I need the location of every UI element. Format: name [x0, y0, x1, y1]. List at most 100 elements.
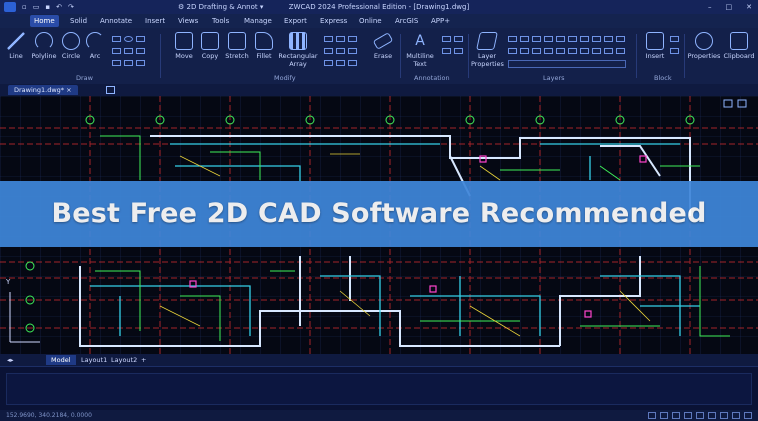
layer-unlock-icon[interactable] [532, 48, 541, 54]
polygon-icon[interactable] [112, 60, 121, 66]
layer-off-icon[interactable] [544, 36, 553, 42]
trim-icon[interactable] [348, 36, 357, 42]
boundary-icon[interactable] [136, 60, 145, 66]
layer-audit-icon[interactable] [616, 48, 625, 54]
scale-icon[interactable] [324, 48, 333, 54]
circle-icon [62, 32, 80, 50]
insert-icon [646, 32, 664, 50]
layer-delete-icon[interactable] [616, 36, 625, 42]
insert-block-button[interactable]: Insert [644, 32, 666, 60]
tab-home[interactable]: Home [30, 15, 59, 27]
layer-filter-icon[interactable] [604, 48, 613, 54]
polyline-button[interactable]: Polyline [30, 32, 58, 60]
layer-freeze-icon[interactable] [532, 36, 541, 42]
maximize-button[interactable]: □ [726, 0, 733, 14]
layer-dropdown[interactable] [508, 60, 626, 68]
multiline-label: Multiline [406, 52, 434, 60]
create-block-icon[interactable] [670, 36, 679, 42]
clipboard-button[interactable]: Clipboard [723, 32, 755, 60]
table-icon[interactable] [442, 48, 451, 54]
erase-button[interactable]: Erase [370, 32, 396, 60]
ortho-icon[interactable] [672, 412, 680, 419]
layer-walk-icon[interactable] [592, 36, 601, 42]
tab-app-plus[interactable]: APP+ [427, 15, 454, 27]
circle-button[interactable]: Circle [60, 32, 82, 60]
layer-translate-icon[interactable] [592, 48, 601, 54]
rotate-icon[interactable] [324, 36, 333, 42]
explode-icon[interactable] [324, 60, 333, 66]
layer-match-icon[interactable] [568, 36, 577, 42]
rectangle-icon[interactable] [112, 36, 121, 42]
fillet-button[interactable]: Fillet [253, 32, 275, 60]
tab-annotate[interactable]: Annotate [96, 15, 136, 27]
hatch-icon[interactable] [136, 36, 145, 42]
layer-merge-icon[interactable] [604, 36, 613, 42]
otrack-icon[interactable] [708, 412, 716, 419]
layer-current-icon[interactable] [544, 48, 553, 54]
join-icon[interactable] [348, 60, 357, 66]
offset-icon[interactable] [336, 48, 345, 54]
edit-block-icon[interactable] [670, 48, 679, 54]
array-label: Array [289, 60, 307, 68]
mirror-icon[interactable] [336, 36, 345, 42]
add-layout-button[interactable]: + [136, 355, 151, 365]
tab-tools[interactable]: Tools [208, 15, 233, 27]
tab-solid[interactable]: Solid [66, 15, 91, 27]
line-icon [7, 32, 25, 50]
tab-nav-arrows-icon[interactable]: ◂▸ [2, 355, 19, 365]
polar-icon[interactable] [684, 412, 692, 419]
tab-online[interactable]: Online [355, 15, 386, 27]
line-button[interactable]: Line [5, 32, 27, 60]
layer-change-icon[interactable] [568, 48, 577, 54]
command-input[interactable] [6, 373, 752, 405]
layer-lock-icon[interactable] [556, 36, 565, 42]
status-toggles [648, 412, 752, 419]
layer-state-icon[interactable] [508, 36, 517, 42]
close-icon[interactable]: × [66, 86, 71, 94]
fullscreen-icon[interactable] [744, 412, 752, 419]
tab-export[interactable]: Export [280, 15, 311, 27]
revcloud-icon[interactable] [124, 60, 133, 66]
leader-icon[interactable] [454, 36, 463, 42]
close-button[interactable]: ✕ [746, 0, 752, 14]
ellipse-icon[interactable] [124, 36, 133, 42]
multiline-text-button[interactable]: A Multiline Text [403, 32, 437, 68]
document-tab[interactable]: Drawing1.dwg* × [8, 85, 78, 95]
properties-button[interactable]: Properties [686, 32, 722, 60]
layer-unisolate-icon[interactable] [580, 48, 589, 54]
extend-icon[interactable] [348, 48, 357, 54]
move-button[interactable]: Move [172, 32, 196, 60]
workspace-switch-icon[interactable] [732, 412, 740, 419]
arc-button[interactable]: Arc [85, 32, 105, 60]
spline-icon[interactable] [124, 48, 133, 54]
break-icon[interactable] [336, 60, 345, 66]
tab-express[interactable]: Express [316, 15, 351, 27]
grid-icon[interactable] [660, 412, 668, 419]
layer-prev-icon[interactable] [580, 36, 589, 42]
mark-icon[interactable] [454, 48, 463, 54]
minimize-button[interactable]: – [708, 0, 712, 14]
layer-isolate-icon[interactable] [520, 36, 529, 42]
tab-arcgis[interactable]: ArcGIS [391, 15, 422, 27]
array-icon [289, 32, 307, 50]
stretch-button[interactable]: Stretch [223, 32, 251, 60]
tab-model[interactable]: Model [46, 355, 76, 365]
tab-manage[interactable]: Manage [240, 15, 276, 27]
snap-icon[interactable] [648, 412, 656, 419]
tab-insert[interactable]: Insert [141, 15, 169, 27]
point-icon[interactable] [112, 48, 121, 54]
osnap-icon[interactable] [696, 412, 704, 419]
new-drawing-icon[interactable] [106, 86, 115, 94]
layer-properties-button[interactable]: Layer Properties [471, 32, 504, 68]
tab-views[interactable]: Views [174, 15, 202, 27]
rectangular-array-button[interactable]: Rectangular Array [277, 32, 319, 68]
layer-on-icon[interactable] [508, 48, 517, 54]
region-icon[interactable] [136, 48, 145, 54]
arc-label: Arc [89, 52, 101, 60]
lineweight-icon[interactable] [720, 412, 728, 419]
layer-label: Layer [477, 52, 497, 60]
layer-copy-icon[interactable] [556, 48, 565, 54]
dimension-icon[interactable] [442, 36, 451, 42]
copy-button[interactable]: Copy [199, 32, 221, 60]
layer-thaw-icon[interactable] [520, 48, 529, 54]
